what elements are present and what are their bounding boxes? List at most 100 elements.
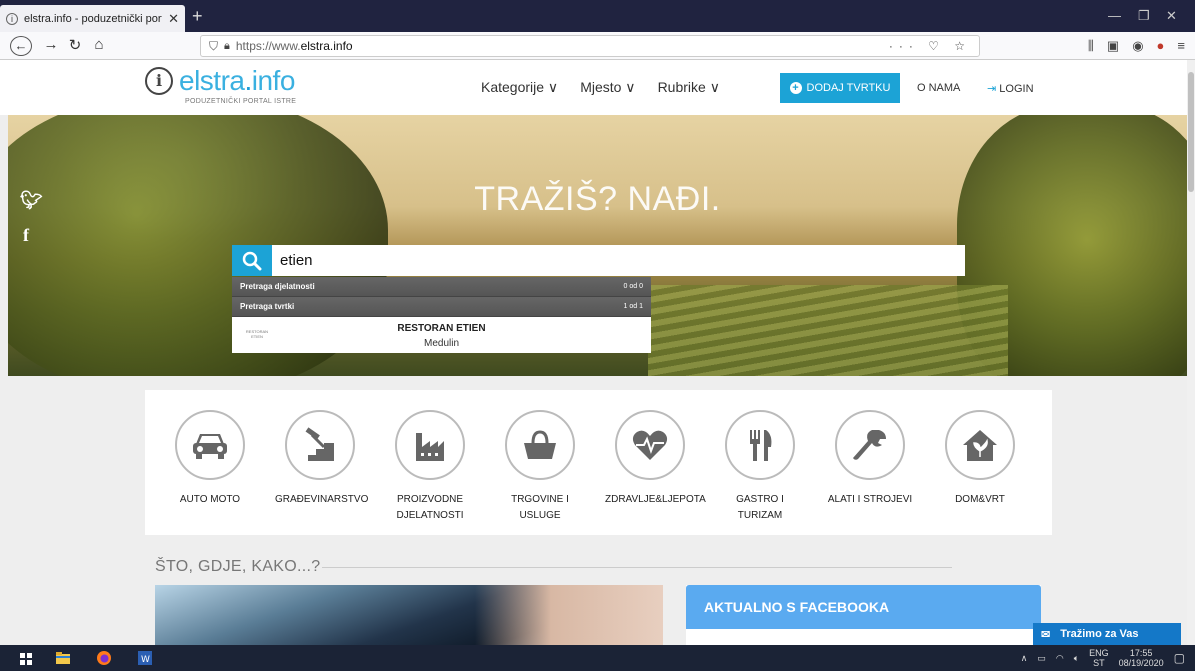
nav-mjesto[interactable]: Mjesto ∨ [580, 79, 635, 96]
account-icon[interactable]: ◉ [1132, 38, 1143, 54]
category-auto-moto[interactable]: AUTO MOTO [165, 410, 255, 508]
toolbar-icons: ⫼ ▣ ◉ ● ≡ [1088, 38, 1185, 54]
hero-vineyard [648, 285, 1008, 376]
add-company-label: DODAJ TVRTKU [806, 82, 891, 94]
tab-title: elstra.info - poduzetnički porta [24, 12, 163, 25]
menu-icon[interactable]: ≡ [1177, 38, 1185, 54]
back-icon[interactable]: ← [10, 36, 32, 56]
fork-knife-icon [725, 410, 795, 480]
sidebar-icon[interactable]: ▣ [1107, 38, 1119, 54]
site-logo[interactable]: i elstra.info PODUZETNIČKI PORTAL ISTRE [145, 65, 296, 105]
about-link[interactable]: O NAMA [917, 82, 960, 94]
lock-icon[interactable]: 🔒︎ [224, 40, 230, 53]
forward-icon[interactable]: → [40, 36, 62, 53]
category-label: GRAĐEVINARSTVO [275, 494, 369, 505]
restore-icon[interactable]: ❐ [1138, 8, 1150, 24]
facebook-widget: AKTUALNO S FACEBOOKA [686, 585, 1041, 645]
category-label: ZDRAVLJE&LJEPOTA [605, 494, 706, 505]
category-label: TRGOVINE I USLUGE [511, 494, 569, 521]
close-window-icon[interactable]: ✕ [1166, 8, 1177, 24]
article-image-detail [475, 585, 663, 645]
browser-nav-bar: ← → ↻ ⌂ ⛉ 🔒︎ https://www.elstra.info ···… [0, 32, 1195, 60]
category-trgovine[interactable]: TRGOVINE I USLUGE [495, 410, 585, 524]
category-proizvodne[interactable]: PROIZVODNE DJELATNOSTI [385, 410, 475, 524]
url-bar[interactable]: ⛉ 🔒︎ https://www.elstra.info ··· ♡ ☆ [200, 35, 980, 57]
group-count: 1 od 1 [623, 303, 643, 310]
result-place: Medulin [423, 338, 460, 349]
scrollbar-thumb[interactable] [1188, 72, 1194, 192]
page-actions-icon[interactable]: ··· ♡ ☆ [889, 39, 971, 53]
word-icon[interactable]: W [137, 650, 153, 666]
search-icon[interactable] [232, 245, 272, 276]
minimize-icon[interactable]: — [1108, 8, 1121, 23]
group-count: 0 od 0 [623, 283, 643, 290]
category-zdravlje[interactable]: ZDRAVLJE&LJEPOTA [605, 410, 706, 508]
home-icon[interactable]: ⌂ [88, 36, 110, 53]
browser-tab[interactable]: i elstra.info - poduzetnički porta ✕ [0, 5, 185, 32]
windows-start-icon[interactable] [20, 653, 32, 665]
login-link[interactable]: ⇥ LOGIN [987, 82, 1034, 95]
logo-text: elstra.info [179, 65, 295, 96]
extension-icon[interactable]: ● [1157, 38, 1165, 54]
lang-label-2: ST [1093, 658, 1105, 668]
file-explorer-icon[interactable] [55, 650, 71, 666]
site-header: i elstra.info PODUZETNIČKI PORTAL ISTRE … [0, 60, 1187, 115]
tray-wifi-icon[interactable]: ◠ [1056, 653, 1064, 664]
url-text[interactable]: https://www.elstra.info [236, 39, 883, 53]
site-favicon-icon: i [6, 12, 18, 25]
tray-language[interactable]: ENG ST [1089, 648, 1109, 668]
nav-rubrike[interactable]: Rubrike ∨ [658, 79, 720, 96]
notifications-icon[interactable]: ▢ [1174, 651, 1185, 665]
category-dom-vrt[interactable]: DOM&VRT [935, 410, 1025, 508]
wrench-icon [835, 410, 905, 480]
category-label: ALATI I STROJEVI [827, 494, 913, 505]
system-tray: ∧ ▭ ◠ 🔈︎ ENG ST 17:55 08/19/2020 ▢ [1021, 648, 1185, 668]
category-gradevinarstvo[interactable]: GRAĐEVINARSTVO [275, 410, 369, 508]
section-divider [322, 567, 952, 568]
search-box [232, 245, 965, 276]
main-nav: Kategorije ∨ Mjesto ∨ Rubrike ∨ [481, 79, 720, 96]
chat-label: Tražimo za Vas [1060, 628, 1139, 640]
results-group-companies[interactable]: Pretraga tvrtki 1 od 1 [232, 297, 651, 317]
categories-panel: AUTO MOTO GRAĐEVINARSTVO PROIZVODNE DJEL… [145, 390, 1052, 535]
shield-icon[interactable]: ⛉ [209, 39, 218, 54]
search-input[interactable] [272, 252, 965, 269]
login-label: LOGIN [999, 83, 1034, 95]
envelope-icon: ✉ [1041, 628, 1051, 641]
result-name: RESTORAN ETIEN [397, 323, 486, 334]
plus-icon: + [789, 82, 802, 94]
reload-icon[interactable]: ↻ [64, 36, 86, 54]
tray-battery-icon[interactable]: ▭ [1037, 653, 1046, 664]
new-tab-button[interactable]: + [192, 6, 203, 27]
group-label: Pretraga tvrtki [240, 302, 295, 311]
result-item[interactable]: RESTORAN ETIEN RESTORAN ETIEN Medulin [232, 317, 651, 353]
svg-text:W: W [141, 655, 150, 665]
twitter-icon[interactable]: 🐦︎ [20, 190, 43, 211]
info-icon: i [145, 67, 173, 95]
article-image[interactable] [155, 585, 663, 645]
library-icon[interactable]: ⫼ [1088, 38, 1094, 54]
shopping-basket-icon [505, 410, 575, 480]
nav-kategorije[interactable]: Kategorije ∨ [481, 79, 558, 96]
logo-subtitle: PODUZETNIČKI PORTAL ISTRE [185, 98, 297, 105]
clock-time: 17:55 [1129, 648, 1153, 658]
category-label: DOM&VRT [955, 494, 1005, 505]
firefox-icon[interactable] [96, 650, 112, 666]
tab-close-icon[interactable]: ✕ [168, 11, 179, 27]
add-company-button[interactable]: + DODAJ TVRTKU [780, 73, 900, 103]
facebook-icon[interactable]: f [23, 225, 29, 246]
category-alati[interactable]: ALATI I STROJEVI [825, 410, 915, 508]
page-scrollbar[interactable] [1187, 60, 1195, 645]
group-label: Pretraga djelatnosti [240, 282, 315, 291]
facebook-widget-title: AKTUALNO S FACEBOOKA [686, 585, 1041, 629]
results-group-activities[interactable]: Pretraga djelatnosti 0 od 0 [232, 277, 651, 297]
hammer-stairs-icon [285, 410, 355, 480]
chat-widget[interactable]: ✉ Tražimo za Vas [1033, 623, 1181, 645]
tray-chevron-icon[interactable]: ∧ [1021, 653, 1028, 664]
lang-label: ENG [1089, 648, 1109, 658]
tray-clock[interactable]: 17:55 08/19/2020 [1119, 648, 1164, 668]
tray-volume-icon[interactable]: 🔈︎ [1074, 653, 1079, 664]
browser-tab-bar: i elstra.info - poduzetnički porta ✕ + —… [0, 0, 1195, 32]
house-plant-icon [945, 410, 1015, 480]
category-gastro[interactable]: GASTRO I TURIZAM [715, 410, 805, 524]
